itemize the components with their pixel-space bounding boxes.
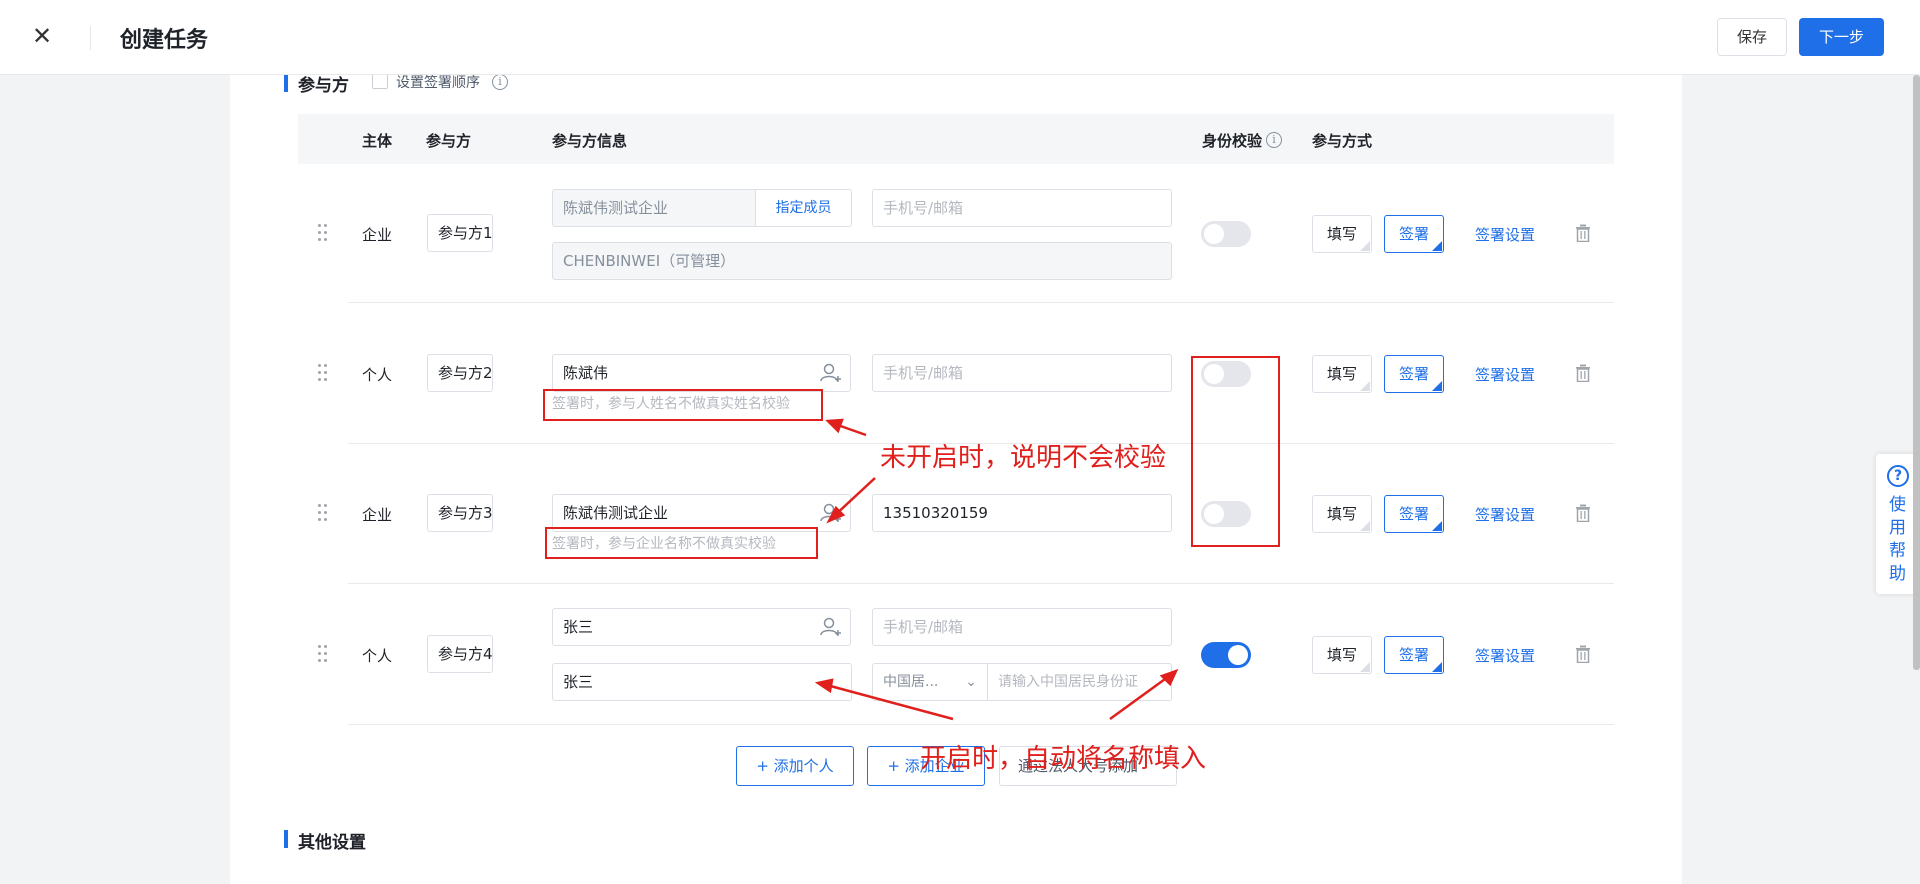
divider bbox=[90, 26, 91, 50]
save-button[interactable]: 保存 bbox=[1717, 18, 1787, 56]
close-icon[interactable]: ✕ bbox=[28, 22, 56, 50]
help-label: 使用帮助 bbox=[1889, 495, 1906, 584]
help-icon: ? bbox=[1887, 465, 1909, 487]
scrollbar[interactable] bbox=[1913, 75, 1920, 670]
page-title: 创建任务 bbox=[120, 28, 209, 53]
top-bar: ✕ 创建任务 保存 下一步 bbox=[0, 0, 1920, 75]
annotation-arrows bbox=[814, 418, 1179, 721]
next-step-button[interactable]: 下一步 bbox=[1799, 18, 1884, 56]
